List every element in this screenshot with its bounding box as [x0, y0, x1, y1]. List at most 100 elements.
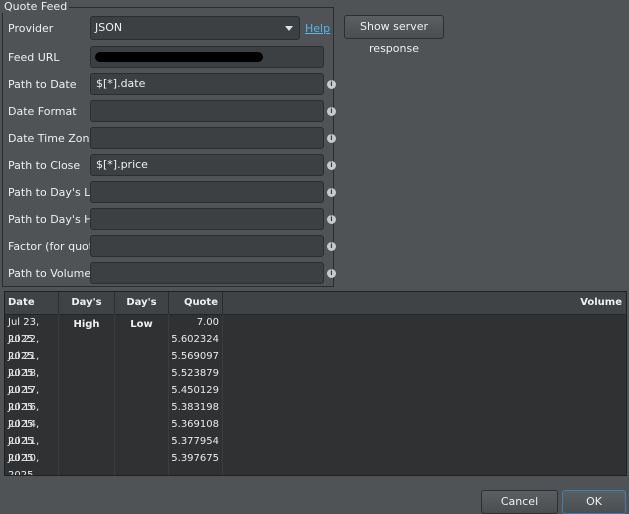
date-time-zone-input[interactable]	[90, 127, 324, 149]
cell-date: Jul 10, 2025	[8, 453, 40, 476]
path-to-close-input[interactable]: $[*].price	[90, 154, 324, 176]
ok-button[interactable]: OK	[562, 490, 626, 514]
column-header-date[interactable]: Date	[5, 292, 59, 314]
cell-date: Jul 17, 2025	[8, 385, 40, 413]
cell-date: Jul 23, 2025	[8, 317, 40, 345]
cell-date: Jul 21, 2025	[8, 351, 40, 379]
cell-days-high	[59, 450, 115, 467]
cancel-button[interactable]: Cancel	[481, 490, 558, 514]
table-row[interactable]: Jul 18, 2025 5.523879	[5, 365, 626, 396]
path-to-date-label: Path to Date	[8, 77, 77, 91]
path-to-days-high-input[interactable]	[90, 208, 324, 230]
column-header-quote[interactable]: Quote	[169, 292, 223, 314]
provider-select[interactable]: JSON	[90, 16, 300, 40]
cell-days-high	[59, 382, 115, 399]
cell-date: Jul 14, 2025	[8, 419, 40, 447]
factor-input[interactable]	[90, 235, 324, 257]
quotes-table[interactable]: Date Day's High Day's Low Quote Volume J…	[4, 291, 627, 476]
path-to-volume-input[interactable]	[90, 262, 324, 284]
cell-days-low	[115, 348, 169, 365]
path-to-volume-row: Path to Volume	[8, 262, 92, 284]
provider-select-value: JSON	[95, 21, 123, 34]
cell-days-high	[59, 331, 115, 348]
cell-quote: 7.00	[196, 317, 219, 328]
cell-days-low	[115, 399, 169, 416]
cell-volume	[223, 399, 626, 416]
table-row[interactable]: Jul 23, 2025 7.00	[5, 314, 626, 345]
path-to-days-high-label: Path to Day's High	[8, 212, 110, 226]
cell-date: Jul 22, 2025	[8, 334, 40, 362]
column-header-days-high[interactable]: Day's High	[59, 292, 115, 330]
info-icon[interactable]: i	[327, 215, 336, 224]
show-server-response-button[interactable]: Show server response	[344, 15, 444, 55]
table-row[interactable]: Jul 17, 2025 5.450129	[5, 382, 626, 413]
table-row[interactable]: Jul 14, 2025 5.369108	[5, 416, 626, 447]
cell-quote: 5.377954	[171, 436, 219, 447]
cell-days-low	[115, 331, 169, 348]
info-icon[interactable]: i	[327, 269, 336, 278]
cell-volume	[223, 416, 626, 433]
chevron-down-icon	[285, 26, 293, 31]
info-icon[interactable]: i	[327, 242, 336, 251]
cell-date: Jul 18, 2025	[8, 368, 40, 396]
path-to-close-label: Path to Close	[8, 158, 81, 172]
cell-days-high	[59, 365, 115, 382]
cell-days-low	[115, 416, 169, 433]
path-to-volume-label: Path to Volume	[8, 266, 92, 280]
table-row[interactable]: Jul 16, 2025 5.383198	[5, 399, 626, 430]
date-format-row: Date Format	[8, 100, 90, 122]
date-time-zone-row: Date Time Zone	[8, 127, 97, 149]
feed-url-label: Feed URL	[8, 50, 60, 64]
path-to-days-low-input[interactable]	[90, 181, 324, 203]
cell-days-high	[59, 416, 115, 433]
cell-days-low	[115, 382, 169, 399]
cell-quote: 5.523879	[171, 368, 219, 379]
info-icon[interactable]: i	[327, 188, 336, 197]
table-row[interactable]: Jul 11, 2025 5.377954	[5, 433, 626, 464]
provider-row: Provider	[8, 17, 90, 39]
table-row[interactable]: Jul 10, 2025 5.397675	[5, 450, 626, 476]
cell-quote: 5.383198	[171, 402, 219, 413]
path-to-days-high-row: Path to Day's High	[8, 208, 110, 230]
cell-volume	[223, 331, 626, 348]
table-row[interactable]: Jul 22, 2025 5.602324	[5, 331, 626, 362]
cell-quote: 5.369108	[171, 419, 219, 430]
cell-quote: 5.450129	[171, 385, 219, 396]
date-time-zone-label: Date Time Zone	[8, 131, 97, 145]
help-link[interactable]: Help	[305, 22, 330, 35]
path-to-date-input[interactable]: $[*].date	[90, 73, 324, 95]
info-icon[interactable]: i	[327, 161, 336, 170]
column-header-volume[interactable]: Volume	[223, 292, 626, 314]
path-to-days-low-label: Path to Day's Low	[8, 185, 106, 199]
redaction-bar	[95, 52, 263, 62]
provider-label: Provider	[8, 21, 54, 35]
date-format-input[interactable]	[90, 100, 324, 122]
cell-quote: 5.397675	[171, 453, 219, 464]
factor-label: Factor (for quotes)	[8, 239, 110, 253]
cell-volume	[223, 365, 626, 382]
path-to-days-low-row: Path to Day's Low	[8, 181, 106, 203]
table-body: Jul 23, 2025 7.00 Jul 22, 2025 5.602324 Jul …	[5, 314, 626, 476]
column-header-days-low[interactable]: Day's Low	[115, 292, 169, 330]
info-icon[interactable]: i	[327, 107, 336, 116]
cell-days-high	[59, 348, 115, 365]
feed-url-input[interactable]	[90, 46, 324, 68]
info-icon[interactable]: i	[327, 134, 336, 143]
cell-days-high	[59, 399, 115, 416]
cell-volume	[223, 450, 626, 467]
cell-volume	[223, 348, 626, 365]
info-icon[interactable]: i	[327, 80, 336, 89]
path-to-close-row: Path to Close	[8, 154, 90, 176]
cell-date: Jul 11, 2025	[8, 436, 40, 464]
cell-date: Jul 16, 2025	[8, 402, 40, 430]
date-format-label: Date Format	[8, 104, 77, 118]
cell-quote: 5.569097	[171, 351, 219, 362]
cell-days-low	[115, 450, 169, 467]
cell-volume	[223, 382, 626, 399]
table-row[interactable]: Jul 21, 2025 5.569097	[5, 348, 626, 379]
cell-quote: 5.602324	[171, 334, 219, 345]
table-header: Date Day's High Day's Low Quote Volume	[5, 292, 626, 330]
feed-url-row: Feed URL	[8, 46, 90, 68]
cell-days-low	[115, 433, 169, 450]
cell-days-low	[115, 314, 169, 331]
